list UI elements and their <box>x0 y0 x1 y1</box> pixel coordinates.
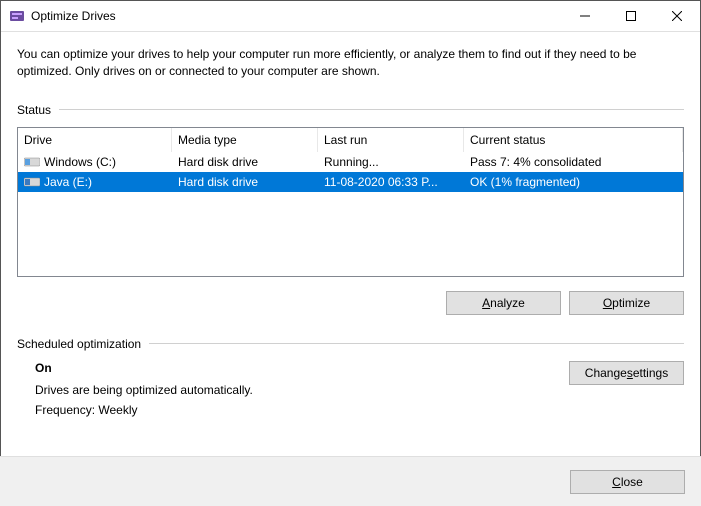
list-header: Drive Media type Last run Current status <box>18 128 683 152</box>
drive-icon <box>24 156 40 168</box>
cell-media: Hard disk drive <box>172 172 318 192</box>
divider <box>59 109 684 110</box>
maximize-button[interactable] <box>608 1 654 31</box>
close-button[interactable]: Close <box>570 470 685 494</box>
cell-media: Hard disk drive <box>172 152 318 172</box>
drive-list[interactable]: Drive Media type Last run Current status… <box>17 127 684 277</box>
titlebar: Optimize Drives <box>1 1 700 32</box>
scheduled-freq: Frequency: Weekly <box>35 403 569 417</box>
cell-status: Pass 7: 4% consolidated <box>464 152 683 172</box>
column-header-media[interactable]: Media type <box>172 128 318 152</box>
window-controls <box>562 1 700 31</box>
scheduled-info: On Drives are being optimized automatica… <box>35 361 569 423</box>
scheduled-section-label: Scheduled optimization <box>17 337 684 351</box>
minimize-button[interactable] <box>562 1 608 31</box>
scheduled-label-text: Scheduled optimization <box>17 337 141 351</box>
divider <box>149 343 684 344</box>
scheduled-desc: Drives are being optimized automatically… <box>35 383 569 397</box>
cell-lastrun: 11-08-2020 06:33 P... <box>318 172 464 192</box>
action-buttons: Analyze Optimize <box>17 291 684 315</box>
drive-icon <box>24 176 40 188</box>
list-row[interactable]: Java (E:) Hard disk drive 11-08-2020 06:… <box>18 172 683 192</box>
footer: Close <box>0 456 701 506</box>
optimize-button[interactable]: Optimize <box>569 291 684 315</box>
status-label-text: Status <box>17 103 51 117</box>
content-area: You can optimize your drives to help you… <box>1 32 700 423</box>
change-settings-button[interactable]: Change settings <box>569 361 684 385</box>
cell-drive: Java (E:) <box>44 175 92 189</box>
app-icon <box>9 8 25 24</box>
column-header-drive[interactable]: Drive <box>18 128 172 152</box>
column-header-lastrun[interactable]: Last run <box>318 128 464 152</box>
column-header-status[interactable]: Current status <box>464 128 683 152</box>
cell-status: OK (1% fragmented) <box>464 172 683 192</box>
close-window-button[interactable] <box>654 1 700 31</box>
window-title: Optimize Drives <box>31 9 562 23</box>
intro-text: You can optimize your drives to help you… <box>17 46 684 81</box>
scheduled-on: On <box>35 361 569 375</box>
analyze-button[interactable]: Analyze <box>446 291 561 315</box>
cell-lastrun: Running... <box>318 152 464 172</box>
list-row[interactable]: Windows (C:) Hard disk drive Running... … <box>18 152 683 172</box>
scheduled-row: On Drives are being optimized automatica… <box>17 361 684 423</box>
status-section-label: Status <box>17 103 684 117</box>
cell-drive: Windows (C:) <box>44 155 116 169</box>
